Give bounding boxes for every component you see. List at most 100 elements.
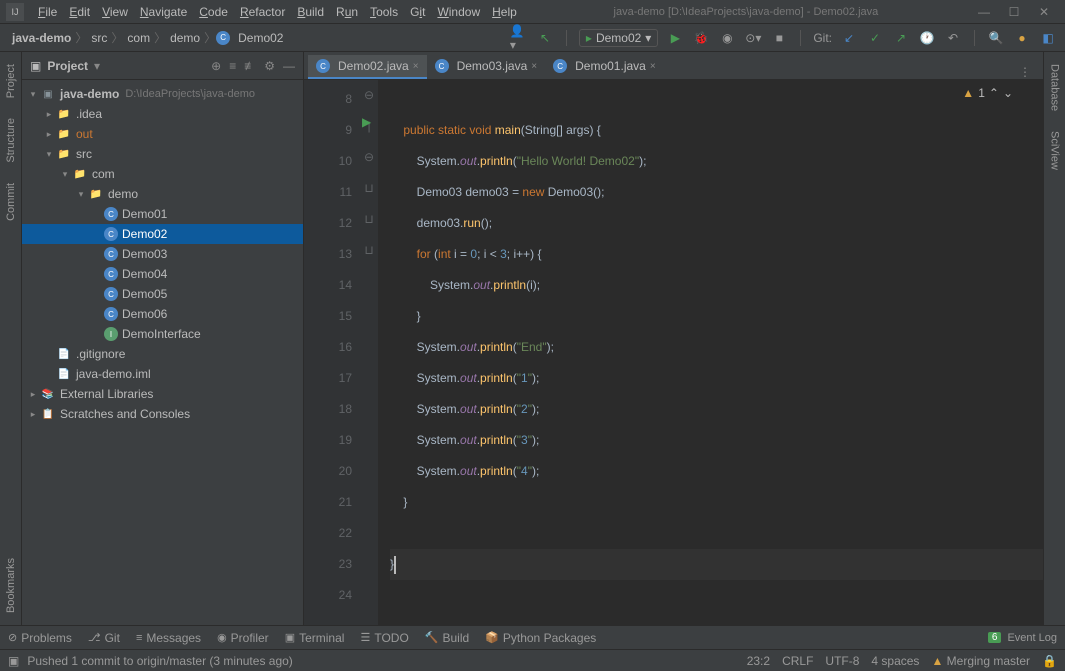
menu-help[interactable]: Help (486, 5, 523, 19)
locate-icon[interactable]: ⊕ (211, 59, 221, 73)
close-button[interactable]: ✕ (1037, 5, 1051, 19)
tab-demo01[interactable]: CDemo01.java× (545, 55, 664, 79)
problems-tab[interactable]: ⊘ Problems (8, 631, 72, 645)
tree-class-demo06[interactable]: CDemo06 (22, 304, 303, 324)
bookmarks-tool-tab[interactable]: Bookmarks (3, 554, 19, 617)
right-tool-gutter: Database SciView (1043, 52, 1065, 625)
coverage-button[interactable]: ◉ (718, 29, 736, 47)
menu-tools[interactable]: Tools (364, 5, 404, 19)
run-button[interactable]: ▶ (666, 29, 684, 47)
menu-run[interactable]: Run (330, 5, 364, 19)
file-encoding[interactable]: UTF-8 (825, 654, 859, 668)
tree-class-demo03[interactable]: CDemo03 (22, 244, 303, 264)
user-icon[interactable]: 👤▾ (510, 29, 528, 47)
menu-git[interactable]: Git (404, 5, 431, 19)
tree-interface[interactable]: IDemoInterface (22, 324, 303, 344)
tab-demo03[interactable]: CDemo03.java× (427, 55, 546, 79)
tree-class-demo05[interactable]: CDemo05 (22, 284, 303, 304)
close-icon[interactable]: × (650, 61, 656, 72)
debug-button[interactable]: 🐞 (692, 29, 710, 47)
line-separator[interactable]: CRLF (782, 654, 813, 668)
profiler-tab[interactable]: ◉ Profiler (217, 631, 269, 645)
menu-build[interactable]: Build (291, 5, 330, 19)
sciview-tool-tab[interactable]: SciView (1047, 127, 1063, 174)
collapse-icon[interactable]: ≢ (244, 59, 256, 73)
tree-src[interactable]: ▾📁src (22, 144, 303, 164)
tree-iml[interactable]: 📄java-demo.iml (22, 364, 303, 384)
tree-scratch[interactable]: ▸📋Scratches and Consoles (22, 404, 303, 424)
run-gutter-icon[interactable]: ▶ (362, 115, 371, 129)
tree-root[interactable]: ▾▣java-demoD:\IdeaProjects\java-demo (22, 84, 303, 104)
menu-edit[interactable]: Edit (63, 5, 96, 19)
python-tab[interactable]: 📦 Python Packages (485, 631, 596, 645)
statusbar: ▣ Pushed 1 commit to origin/master (3 mi… (0, 649, 1065, 671)
event-log-tab[interactable]: Event Log (1007, 632, 1057, 644)
close-icon[interactable]: × (531, 61, 537, 72)
crumb-com[interactable]: com (123, 31, 154, 45)
structure-tool-tab[interactable]: Structure (3, 114, 19, 167)
expand-icon[interactable]: ≡ (229, 59, 236, 73)
menu-view[interactable]: View (96, 5, 134, 19)
tree-com[interactable]: ▾📁com (22, 164, 303, 184)
search-icon[interactable]: 🔍 (987, 29, 1005, 47)
run-config-select[interactable]: ▸Demo02▾ (579, 29, 658, 47)
menu-refactor[interactable]: Refactor (234, 5, 291, 19)
git-history-icon[interactable]: 🕐 (918, 29, 936, 47)
tree-class-demo02[interactable]: CDemo02 (22, 224, 303, 244)
commit-tool-tab[interactable]: Commit (3, 179, 19, 225)
maximize-button[interactable]: ☐ (1007, 5, 1021, 19)
tabs-more-icon[interactable]: ⋮ (1011, 65, 1039, 79)
toolbar: java-demo 〉 src 〉 com 〉 demo 〉 C Demo02 … (0, 24, 1065, 52)
project-tool-tab[interactable]: Project (3, 60, 19, 102)
git-commit-icon[interactable]: ✓ (866, 29, 884, 47)
status-tool-icon[interactable]: ▣ (8, 654, 19, 668)
todo-tab[interactable]: ☰ TODO (360, 631, 408, 645)
crumb-project[interactable]: java-demo (8, 31, 75, 45)
crumb-class[interactable]: Demo02 (234, 31, 287, 45)
menu-window[interactable]: Window (431, 5, 486, 19)
git-tab[interactable]: ⎇ Git (88, 631, 120, 645)
tree-class-demo01[interactable]: CDemo01 (22, 204, 303, 224)
build-tab[interactable]: 🔨 Build (425, 631, 469, 645)
terminal-tab[interactable]: ▣ Terminal (285, 631, 345, 645)
lock-icon[interactable]: 🔒 (1042, 654, 1057, 668)
code-content[interactable]: public static void main(String[] args) {… (378, 80, 1043, 625)
messages-tab[interactable]: ≡ Messages (136, 631, 201, 645)
back-icon[interactable]: ↖ (536, 29, 554, 47)
inspection-badge[interactable]: ▲1⌃⌄ (962, 86, 1013, 100)
menu-file[interactable]: File (32, 5, 63, 19)
minimize-button[interactable]: — (977, 5, 991, 19)
menu-code[interactable]: Code (193, 5, 234, 19)
ide-settings-icon[interactable]: ● (1013, 29, 1031, 47)
database-tool-tab[interactable]: Database (1047, 60, 1063, 115)
close-icon[interactable]: × (413, 61, 419, 72)
indent-info[interactable]: 4 spaces (871, 654, 919, 668)
project-tree: ▾▣java-demoD:\IdeaProjects\java-demo ▸📁.… (22, 80, 303, 625)
tree-class-demo04[interactable]: CDemo04 (22, 264, 303, 284)
git-push-icon[interactable]: ↗ (892, 29, 910, 47)
stop-button[interactable]: ■ (770, 29, 788, 47)
hide-icon[interactable]: — (283, 59, 295, 73)
tree-idea[interactable]: ▸📁.idea (22, 104, 303, 124)
crumb-src[interactable]: src (87, 31, 111, 45)
updates-icon[interactable]: ◧ (1039, 29, 1057, 47)
tree-extlib[interactable]: ▸📚External Libraries (22, 384, 303, 404)
project-dropdown[interactable]: ▾ (94, 59, 100, 73)
project-panel-header: ▣ Project ▾ ⊕ ≡ ≢ ⚙ — (22, 52, 303, 80)
tree-demo[interactable]: ▾📁demo (22, 184, 303, 204)
git-rollback-icon[interactable]: ↶ (944, 29, 962, 47)
code-editor[interactable]: ▲1⌃⌄ ▶ 89101112131415161718192021222324 … (304, 80, 1043, 625)
git-update-icon[interactable]: ↙ (840, 29, 858, 47)
menu-navigate[interactable]: Navigate (134, 5, 193, 19)
gear-icon[interactable]: ⚙ (264, 59, 275, 73)
profile-button[interactable]: ⊙▾ (744, 29, 762, 47)
caret-position[interactable]: 23:2 (747, 654, 770, 668)
editor-tabs: CDemo02.java× CDemo03.java× CDemo01.java… (304, 52, 1043, 80)
tab-demo02[interactable]: CDemo02.java× (308, 55, 427, 79)
tree-out[interactable]: ▸📁out (22, 124, 303, 144)
crumb-sep: 〉 (75, 29, 87, 46)
titlebar: IJ File Edit View Navigate Code Refactor… (0, 0, 1065, 24)
tree-gitignore[interactable]: 📄.gitignore (22, 344, 303, 364)
crumb-demo[interactable]: demo (166, 31, 204, 45)
git-branch[interactable]: ▲ Merging master (931, 654, 1030, 668)
